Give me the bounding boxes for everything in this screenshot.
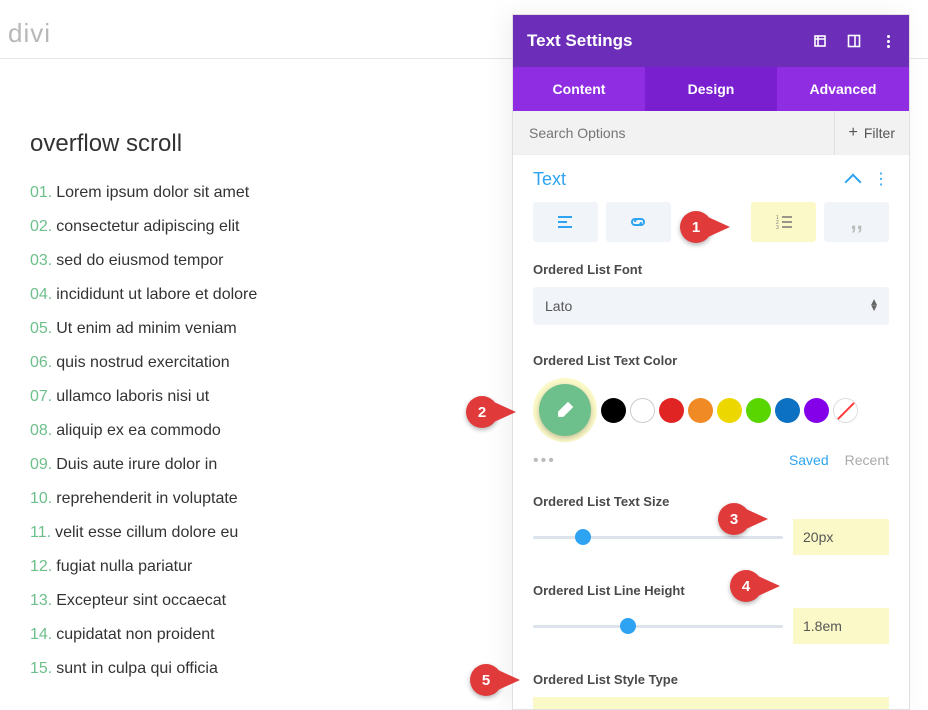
color-swatch[interactable]: [833, 398, 858, 423]
list-number: 11.: [30, 524, 51, 541]
list-number: 15.: [30, 660, 52, 677]
list-text: aliquip ex ea commodo: [56, 422, 221, 439]
expand-icon[interactable]: [813, 34, 827, 48]
color-swatch[interactable]: [804, 398, 829, 423]
section-title-text[interactable]: Text: [533, 169, 566, 190]
list-number: 01.: [30, 184, 52, 201]
list-item: 08.aliquip ex ea commodo: [30, 422, 450, 440]
list-item: 13.Excepteur sint occaecat: [30, 592, 450, 610]
filter-button[interactable]: +Filter: [834, 111, 909, 155]
list-item: 11.velit esse cillum dolore eu: [30, 524, 450, 542]
panel-body: Text ⋮ 123 ,, Ordered List Font Lato ▲▼ …: [513, 155, 909, 709]
list-item: 14.cupidatat non proident: [30, 626, 450, 644]
list-number: 09.: [30, 456, 52, 473]
list-text: Excepteur sint occaecat: [56, 592, 226, 609]
tab-content[interactable]: Content: [513, 67, 645, 111]
list-item: 05.Ut enim ad minim veniam: [30, 320, 450, 338]
search-input[interactable]: [513, 125, 834, 141]
font-label: Ordered List Font: [533, 262, 889, 277]
list-number: 12.: [30, 558, 52, 575]
recent-colors-tab[interactable]: Recent: [845, 452, 889, 470]
lineheight-label: Ordered List Line Height: [533, 583, 889, 598]
list-item: 07.ullamco laboris nisi ut: [30, 388, 450, 406]
color-swatch[interactable]: [717, 398, 742, 423]
subtab-quote[interactable]: ,,: [824, 202, 889, 242]
list-text: cupidatat non proident: [56, 626, 214, 643]
font-select[interactable]: Lato: [533, 287, 889, 325]
search-row: +Filter: [513, 111, 909, 155]
color-swatch[interactable]: [601, 398, 626, 423]
list-text: sunt in culpa qui officia: [56, 660, 218, 677]
list-item: 15.sunt in culpa qui officia: [30, 660, 450, 678]
brand-logo: divi: [8, 18, 51, 49]
lineheight-input[interactable]: [793, 608, 889, 644]
color-swatch[interactable]: [659, 398, 684, 423]
list-text: consectetur adipiscing elit: [56, 218, 239, 235]
styletype-select[interactable]: decimal-leading-zero: [533, 697, 889, 709]
svg-text:3: 3: [776, 225, 779, 229]
list-item: 01.Lorem ipsum dolor sit amet: [30, 184, 450, 202]
list-item: 12.fugiat nulla pariatur: [30, 558, 450, 576]
list-item: 03.sed do eiusmod tempor: [30, 252, 450, 270]
tab-advanced[interactable]: Advanced: [777, 67, 909, 111]
list-item: 10.reprehenderit in voluptate: [30, 490, 450, 508]
list-text: sed do eiusmod tempor: [56, 252, 223, 269]
list-text: Ut enim ad minim veniam: [56, 320, 237, 337]
size-label: Ordered List Text Size: [533, 494, 889, 509]
subtab-ol[interactable]: 123: [751, 202, 816, 242]
list-number: 10.: [30, 490, 52, 507]
list-number: 05.: [30, 320, 52, 337]
panel-tabs: Content Design Advanced: [513, 67, 909, 111]
color-swatch[interactable]: [746, 398, 771, 423]
subtab-link[interactable]: [606, 202, 671, 242]
panel-title: Text Settings: [527, 31, 813, 51]
list-text: incididunt ut labore et dolore: [56, 286, 257, 303]
list-number: 14.: [30, 626, 52, 643]
preview-heading: overflow scroll: [30, 130, 450, 158]
filter-label: Filter: [864, 125, 895, 141]
section-menu-icon[interactable]: ⋮: [873, 172, 889, 188]
list-item: 02.consectetur adipiscing elit: [30, 218, 450, 236]
panel-header: Text Settings: [513, 15, 909, 67]
preview-content: overflow scroll 01.Lorem ipsum dolor sit…: [30, 130, 450, 694]
list-item: 04.incididunt ut labore et dolore: [30, 286, 450, 304]
menu-dots-icon[interactable]: [881, 34, 895, 48]
list-item: 06.quis nostrud exercitation: [30, 354, 450, 372]
collapse-icon[interactable]: [845, 173, 862, 190]
size-input[interactable]: [793, 519, 889, 555]
lineheight-slider[interactable]: [533, 625, 783, 628]
color-picker-button[interactable]: [539, 384, 591, 436]
color-swatches: [533, 378, 889, 442]
text-subtabs: 123 ,,: [533, 202, 889, 242]
list-item: 09.Duis aute irure dolor in: [30, 456, 450, 474]
color-swatch[interactable]: [630, 398, 655, 423]
list-text: fugiat nulla pariatur: [56, 558, 192, 575]
color-label: Ordered List Text Color: [533, 353, 889, 368]
saved-colors-tab[interactable]: Saved: [789, 452, 829, 470]
list-text: Duis aute irure dolor in: [56, 456, 217, 473]
list-text: quis nostrud exercitation: [56, 354, 229, 371]
list-number: 04.: [30, 286, 52, 303]
list-text: Lorem ipsum dolor sit amet: [56, 184, 249, 201]
list-text: reprehenderit in voluptate: [56, 490, 237, 507]
callout-2: 2: [466, 396, 516, 428]
settings-panel: Text Settings Content Design Advanced +F…: [512, 14, 910, 710]
list-text: ullamco laboris nisi ut: [56, 388, 209, 405]
list-number: 08.: [30, 422, 52, 439]
list-text: velit esse cillum dolore eu: [55, 524, 238, 541]
list-number: 02.: [30, 218, 52, 235]
tab-design[interactable]: Design: [645, 67, 777, 111]
styletype-label: Ordered List Style Type: [533, 672, 889, 687]
list-number: 03.: [30, 252, 52, 269]
color-swatch[interactable]: [688, 398, 713, 423]
list-number: 06.: [30, 354, 52, 371]
color-swatch[interactable]: [775, 398, 800, 423]
list-number: 07.: [30, 388, 52, 405]
layout-icon[interactable]: [847, 34, 861, 48]
subtab-align[interactable]: [533, 202, 598, 242]
more-colors-icon[interactable]: •••: [533, 452, 773, 470]
size-slider[interactable]: [533, 536, 783, 539]
list-number: 13.: [30, 592, 52, 609]
